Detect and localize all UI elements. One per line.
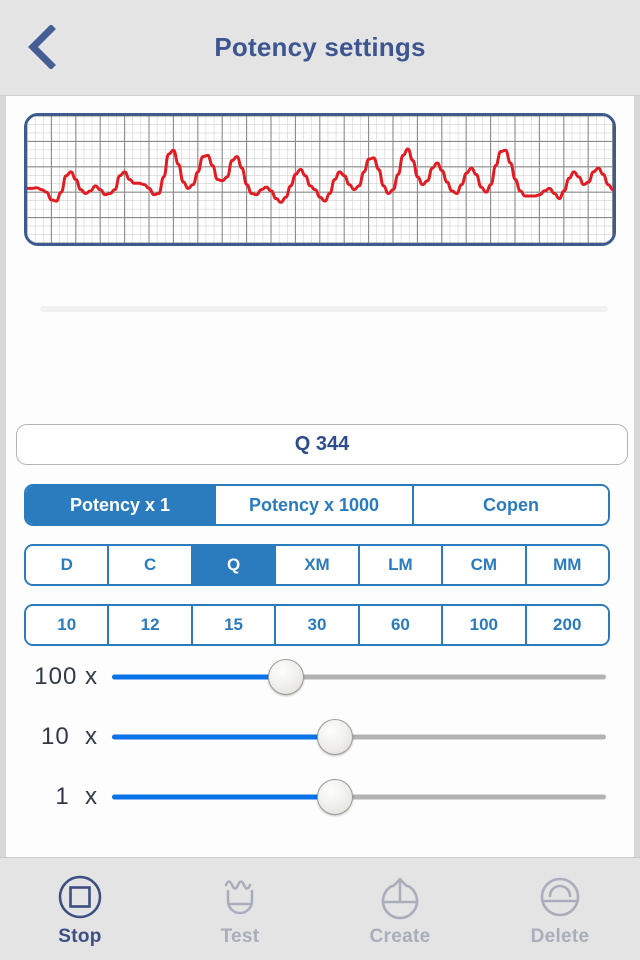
bottom-tab-bar: Stop Test Create Delete xyxy=(0,857,640,960)
slider-label-1x: 1 x xyxy=(55,783,98,810)
potency-scale-option-lm[interactable]: LM xyxy=(359,546,444,584)
potency-value-option-200[interactable]: 200 xyxy=(526,606,608,644)
ecg-waveform xyxy=(27,116,613,243)
potency-mode-segmented-control: Potency x 1 Potency x 1000 Copen xyxy=(24,484,610,526)
tab-stop[interactable]: Stop xyxy=(0,858,160,960)
potency-value-option-60[interactable]: 60 xyxy=(359,606,444,644)
slider-label-10x: 10 x xyxy=(40,723,98,750)
slider-label-100x: 100 x xyxy=(34,663,98,690)
potency-settings-screen: Potency settings Q 344 Potency x 1 Poten… xyxy=(0,0,640,960)
slider-row-1x: 1 x xyxy=(6,774,634,820)
ecg-chart-frame xyxy=(24,113,616,246)
slider-row-100x: 100 x xyxy=(6,654,634,700)
potency-scale-option-d[interactable]: D xyxy=(26,546,110,584)
ecg-chart xyxy=(24,113,616,246)
potency-mode-option-1[interactable]: Potency x 1000 xyxy=(216,486,414,524)
tab-test[interactable]: Test xyxy=(160,858,320,960)
potency-scale-option-mm[interactable]: MM xyxy=(526,546,608,584)
slider-fill-10x xyxy=(112,734,335,740)
test-wave-cup-icon xyxy=(217,874,263,920)
potency-value-option-12[interactable]: 12 xyxy=(109,606,193,644)
slider-thumb-100x[interactable] xyxy=(267,659,304,695)
slider-fill-100x xyxy=(112,674,285,680)
slider-row-10x: 10 x xyxy=(6,714,634,760)
slider-1x[interactable] xyxy=(112,779,606,815)
potency-scale-option-c[interactable]: C xyxy=(109,546,193,584)
slider-fill-1x xyxy=(112,794,335,800)
potency-scale-option-cm[interactable]: CM xyxy=(443,546,527,584)
ecg-grid-major xyxy=(27,116,613,243)
create-upload-icon xyxy=(377,874,423,920)
tab-create[interactable]: Create xyxy=(320,858,480,960)
potency-scale-option-xm[interactable]: XM xyxy=(276,546,360,584)
back-button[interactable] xyxy=(14,18,70,76)
app-header: Potency settings xyxy=(0,0,640,96)
page-title: Potency settings xyxy=(214,32,426,62)
tab-label-delete: Delete xyxy=(530,926,590,947)
potency-value-option-15[interactable]: 15 xyxy=(192,606,277,644)
tab-delete[interactable]: Delete xyxy=(480,858,640,960)
potency-value-option-30[interactable]: 30 xyxy=(276,606,360,644)
delete-cup-icon xyxy=(537,874,583,920)
stop-square-icon xyxy=(57,874,103,920)
potency-mode-option-2[interactable]: Copen xyxy=(414,486,608,524)
tab-label-test: Test xyxy=(220,926,260,947)
chevron-left-icon xyxy=(27,25,57,69)
tab-label-create: Create xyxy=(369,926,431,947)
potency-scale-option-q[interactable]: Q xyxy=(192,546,277,584)
tab-label-stop: Stop xyxy=(58,926,102,947)
slider-10x[interactable] xyxy=(112,719,606,755)
slider-100x[interactable] xyxy=(112,659,606,695)
slider-thumb-1x[interactable] xyxy=(317,779,354,815)
potency-value-option-100[interactable]: 100 xyxy=(443,606,527,644)
potency-value-option-10[interactable]: 10 xyxy=(26,606,110,644)
main-content: Q 344 Potency x 1 Potency x 1000 Copen D… xyxy=(0,96,640,857)
potency-scale-segmented-control: D C Q XM LM CM MM xyxy=(24,544,610,586)
potency-mode-option-0[interactable]: Potency x 1 xyxy=(26,486,216,524)
potency-value-segmented-control: 10 12 15 30 60 100 200 xyxy=(24,604,610,646)
slider-thumb-10x[interactable] xyxy=(317,719,354,755)
progress-track[interactable] xyxy=(40,306,608,312)
potency-value-field[interactable]: Q 344 xyxy=(16,424,628,465)
